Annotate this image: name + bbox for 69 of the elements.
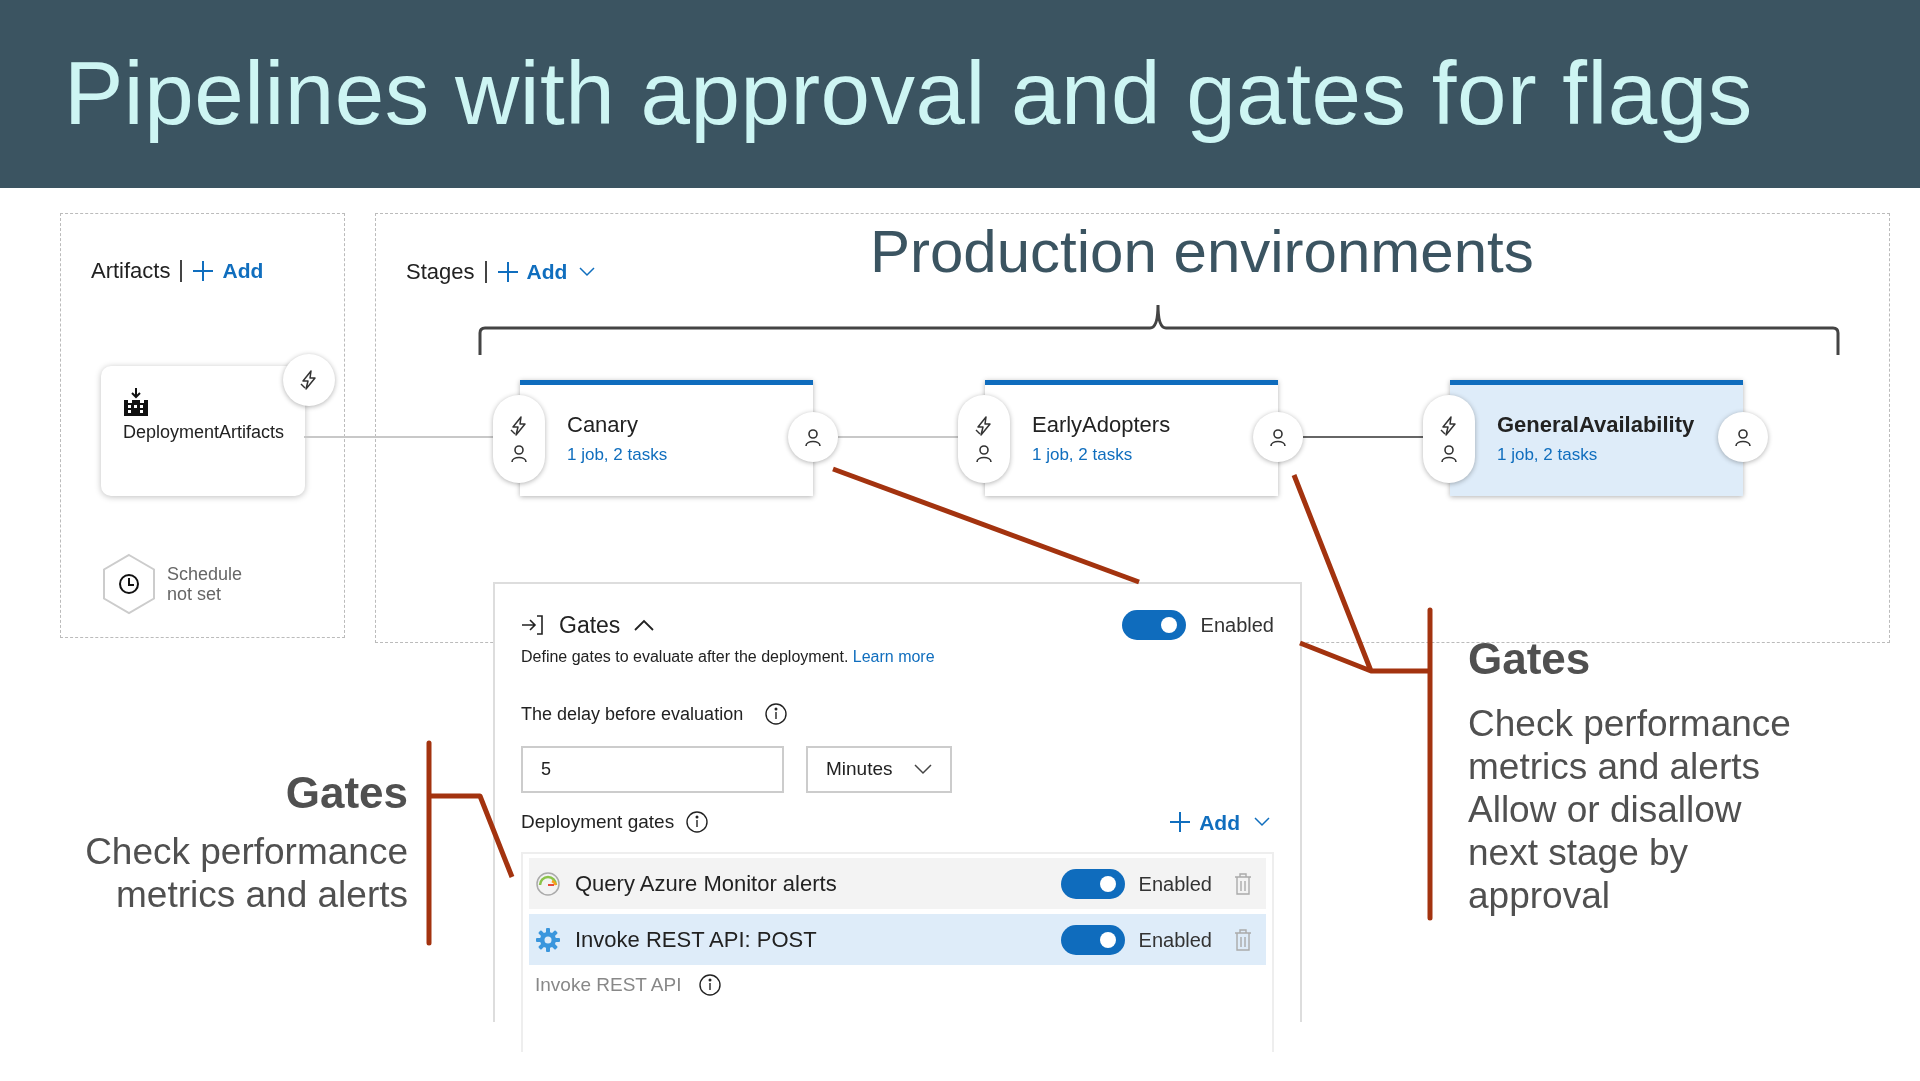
toggle-switch[interactable] [1060, 924, 1125, 955]
approval-button[interactable] [1253, 412, 1303, 462]
stage-name: Canary [567, 411, 638, 439]
toggle-label: Enabled [1138, 927, 1212, 953]
stage-summary[interactable]: 1 job, 2 tasks [1497, 443, 1598, 467]
slide-title: Pipelines with approval and gates for flags [64, 42, 1753, 146]
add-button[interactable]: Add [1169, 806, 1270, 838]
stage-card[interactable]: GeneralAvailability 1 job, 2 tasks [1423, 380, 1768, 496]
toggle-switch[interactable] [1060, 868, 1125, 899]
approval-button[interactable] [788, 412, 838, 462]
field-label: The delay before evaluation [521, 702, 744, 726]
chevron-down-icon [579, 266, 596, 277]
input-field[interactable]: 5 [521, 745, 784, 793]
chevron-down-icon [914, 763, 932, 775]
annotation-heading: Gates [1468, 634, 1592, 684]
pre-deployment-conditions[interactable] [958, 395, 1010, 483]
pre-deployment-conditions[interactable] [1423, 395, 1475, 483]
info-icon[interactable] [686, 811, 709, 834]
arrow-into-bracket-icon [521, 613, 545, 638]
gates-header[interactable]: Gates [521, 608, 655, 643]
annotation-text: Check performance metrics and alerts [84, 830, 408, 916]
section-heading: Stages [406, 258, 475, 286]
person-icon [1268, 427, 1288, 447]
annotation-heading: Gates [285, 768, 408, 818]
add-button[interactable]: Add [496, 255, 596, 288]
info-icon[interactable] [765, 703, 788, 725]
annotation-text: Allow or disallow next stage by approval [1468, 788, 1743, 917]
stage-name: EarlyAdopters [1032, 411, 1171, 439]
stage-name: GeneralAvailability [1497, 411, 1695, 439]
stage-card[interactable]: Canary 1 job, 2 tasks [493, 380, 838, 496]
gate-name: Invoke REST API: POST [575, 926, 817, 954]
chevron-down-icon [1254, 817, 1270, 828]
toggle-switch[interactable] [1121, 610, 1186, 641]
section-heading: Artifacts [91, 257, 171, 285]
description-text: Define gates to evaluate after the deployment. Learn more [521, 646, 936, 667]
learn-more-link[interactable]: Learn more [852, 647, 935, 665]
toggle-label: Enabled [1200, 613, 1274, 639]
field-label: Invoke REST API [535, 973, 682, 997]
person-icon [803, 427, 823, 447]
person-icon [1733, 427, 1753, 447]
schedule-label: Schedule not set [167, 564, 244, 604]
person-icon [509, 443, 529, 463]
gear-icon [535, 926, 561, 953]
gate-row[interactable]: Invoke REST API: POST Enabled [529, 914, 1266, 965]
gauge-icon [535, 870, 561, 897]
add-button[interactable]: Add [192, 254, 264, 287]
trigger-button[interactable] [283, 354, 335, 406]
gate-name: Query Azure Monitor alerts [575, 870, 837, 898]
stage-summary[interactable]: 1 job, 2 tasks [1032, 443, 1133, 467]
field-label: Deployment gates [521, 810, 675, 834]
plus-icon [496, 260, 519, 283]
factory-icon [123, 388, 149, 416]
approval-button[interactable] [1718, 412, 1768, 462]
unit-dropdown[interactable]: Minutes [806, 745, 952, 793]
callout-title: Production environments [870, 222, 1534, 282]
toggle-label: Enabled [1138, 871, 1212, 897]
annotation-text: Check performance metrics and alerts [1468, 702, 1792, 788]
plus-icon [192, 259, 215, 282]
info-icon[interactable] [699, 974, 722, 997]
gate-row[interactable]: Query Azure Monitor alerts Enabled [529, 858, 1266, 909]
person-icon [1439, 443, 1459, 463]
artifact-card[interactable]: DeploymentArtifacts [101, 354, 335, 496]
stage-card[interactable]: EarlyAdopters 1 job, 2 tasks [958, 380, 1303, 496]
artifact-name: DeploymentArtifacts [123, 421, 286, 444]
stage-summary[interactable]: 1 job, 2 tasks [567, 443, 668, 467]
plus-icon [1169, 811, 1192, 834]
person-icon [974, 443, 994, 463]
chevron-up-icon [634, 619, 655, 632]
pre-deployment-conditions[interactable] [493, 395, 545, 483]
